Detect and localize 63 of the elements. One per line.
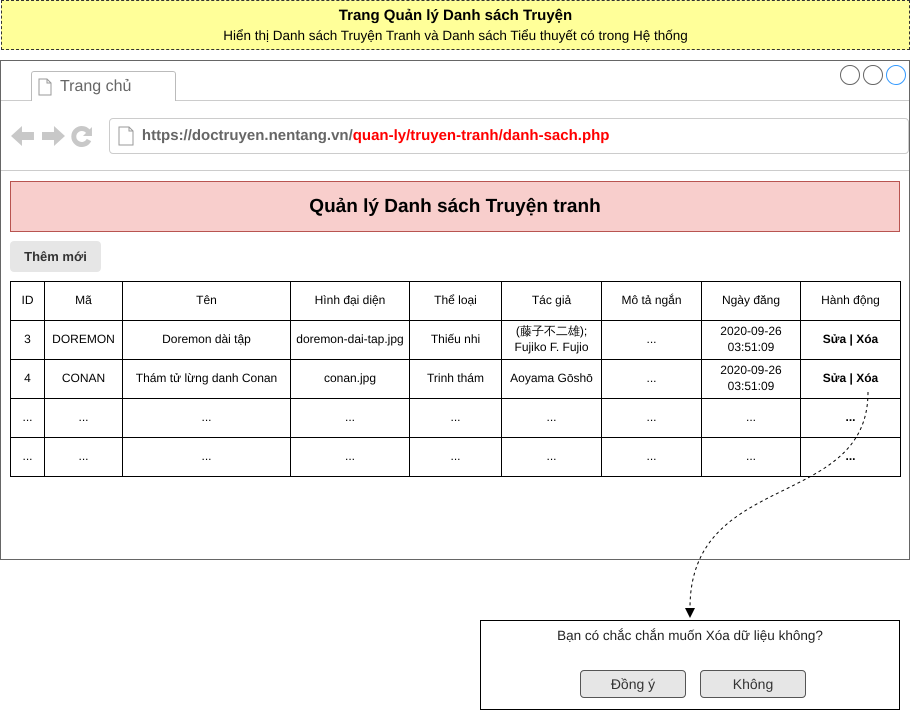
table-cell: ... (602, 398, 702, 438)
column-header: Ngày đăng (702, 282, 800, 320)
dialog-button[interactable]: Đồng ý (580, 670, 686, 698)
table-cell: conan.jpg (290, 360, 410, 398)
column-header: Mô tả ngắn (602, 282, 702, 320)
table-cell: Trinh thám (410, 360, 502, 398)
table-cell: ... (502, 438, 602, 476)
address-bar[interactable]: https://doctruyen.nentang.vn/quan-ly/truyen-tranh/danh-sach.php (108, 118, 909, 154)
table-cell: ... (410, 398, 502, 438)
table-cell: Thiếu nhi (410, 320, 502, 360)
table-cell: ... (702, 398, 800, 438)
browser-tab[interactable]: Trang chủ (31, 71, 176, 101)
column-header: Tác giả (502, 282, 602, 320)
url-text: https://doctruyen.nentang.vn/quan-ly/truyen-tranh/danh-sach.php (142, 127, 610, 144)
column-header: Hình đại diện (290, 282, 410, 320)
table-cell: ... (410, 438, 502, 476)
forward-arrow-icon[interactable] (40, 126, 65, 146)
dialog-message: Bạn có chắc chắn muốn Xóa dữ liệu không? (556, 628, 824, 643)
table-cell: ... (290, 438, 410, 476)
reload-icon[interactable] (70, 124, 93, 146)
column-header: Tên (122, 282, 290, 320)
table-cell: Thám tử lừng danh Conan (122, 360, 290, 398)
table-cell: ... (602, 438, 702, 476)
column-header: Mã (44, 282, 122, 320)
column-header: Hành động (800, 282, 900, 320)
table-cell: 3 (10, 320, 44, 360)
table-cell: 2020-09-26 03:51:09 (702, 360, 800, 398)
circle-icon[interactable] (840, 65, 860, 85)
table-cell: CONAN (44, 360, 122, 398)
action-links[interactable]: ... (800, 438, 900, 476)
document-icon (38, 78, 52, 96)
banner-subtitle: Hiển thị Danh sách Truyện Tranh và Danh sách Tiểu thuyết có trong Hệ thống (222, 28, 689, 43)
table-cell: ... (122, 398, 290, 438)
table-cell: ... (602, 320, 702, 360)
table-cell: ... (290, 398, 410, 438)
table-cell: ... (44, 438, 122, 476)
document-icon (118, 126, 134, 146)
circle-icon[interactable] (886, 65, 906, 85)
dialog-button[interactable]: Không (700, 670, 806, 698)
banner-title: Trang Quản lý Danh sách Truyện (338, 7, 572, 24)
table-cell: ... (602, 360, 702, 398)
table-cell: doremon-dai-tap.jpg (290, 320, 410, 360)
table-cell: Doremon dài tập (122, 320, 290, 360)
table-cell: ... (44, 398, 122, 438)
table-cell: ... (10, 438, 44, 476)
table-cell: (藤子不二雄); Fujiko F. Fujio (502, 320, 602, 360)
table-cell: ... (702, 438, 800, 476)
action-links[interactable]: Sửa | Xóa (800, 320, 900, 360)
circle-icon[interactable] (863, 65, 883, 85)
table-cell: 2020-09-26 03:51:09 (702, 320, 800, 360)
table-cell: ... (502, 398, 602, 438)
add-button[interactable]: Thêm mới (10, 241, 101, 272)
column-header: ID (10, 282, 44, 320)
column-header: Thể loại (410, 282, 502, 320)
table-cell: ... (122, 438, 290, 476)
table-cell: ... (10, 398, 44, 438)
page-heading: Quản lý Danh sách Truyện tranh (10, 181, 900, 232)
table-cell: Aoyama Gōshō (502, 360, 602, 398)
action-links[interactable]: ... (800, 398, 900, 438)
table-cell: 4 (10, 360, 44, 398)
table-cell: DOREMON (44, 320, 122, 360)
action-links[interactable]: Sửa | Xóa (800, 360, 900, 398)
back-arrow-icon[interactable] (11, 126, 35, 146)
